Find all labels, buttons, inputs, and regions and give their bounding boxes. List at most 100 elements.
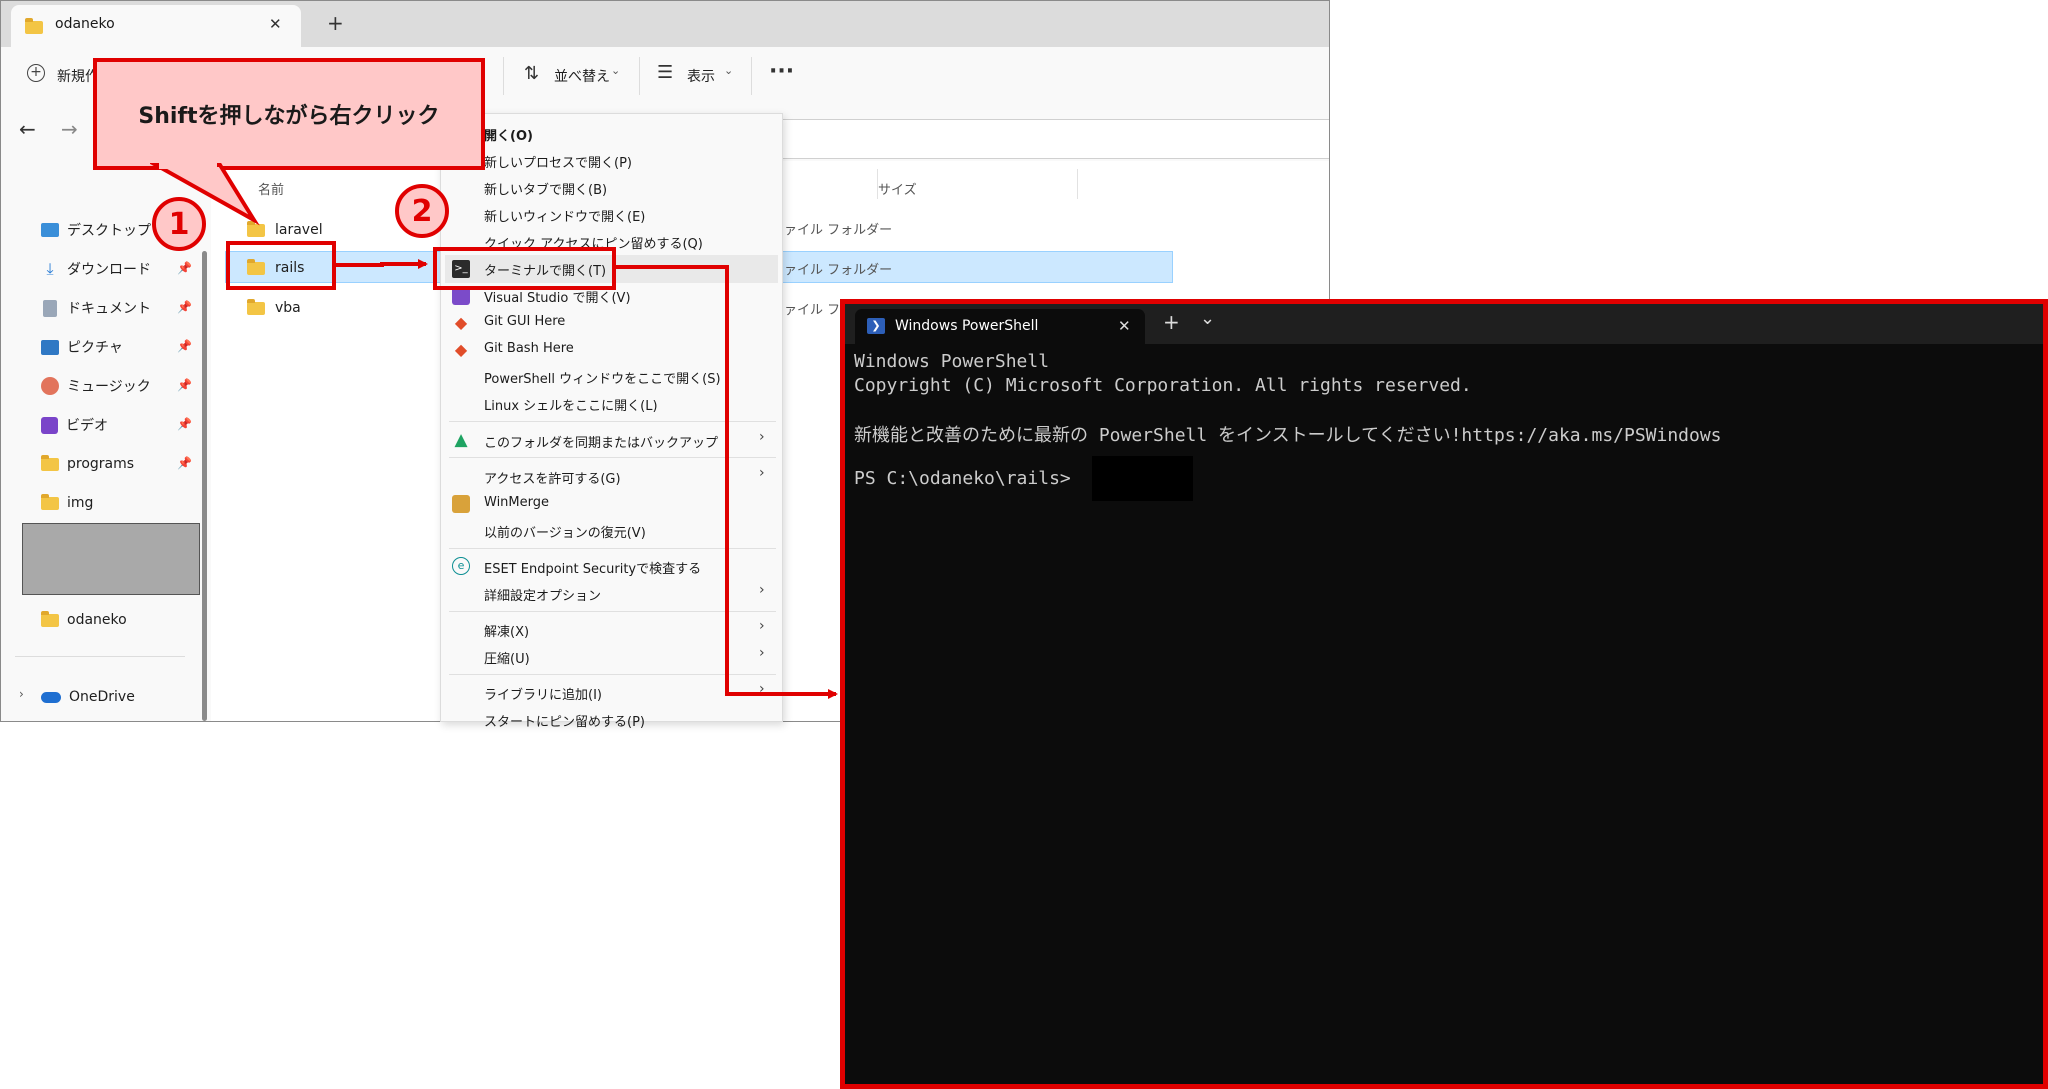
sidebar-item-label: img xyxy=(67,495,94,511)
pin-icon: 📌 xyxy=(177,456,192,470)
folder-icon xyxy=(41,493,59,510)
sort-button[interactable]: 並べ替え xyxy=(554,66,610,86)
document-icon xyxy=(43,299,57,317)
sidebar-item-label: ピクチャ xyxy=(67,340,123,356)
sidebar-item-label: ミュージック xyxy=(67,379,151,395)
explorer-tab[interactable]: odaneko ✕ xyxy=(11,5,301,47)
menu-item-open-new-window[interactable]: 新しいウィンドウで開く(E) xyxy=(484,206,645,225)
column-header-size[interactable]: サイズ xyxy=(878,179,917,198)
file-type: ファイル フォルダー xyxy=(771,223,893,238)
sidebar-item-label: デスクトップ xyxy=(67,223,151,239)
column-divider xyxy=(1077,169,1078,199)
menu-item-open[interactable]: 開く(O) xyxy=(484,125,533,144)
terminal-line: Copyright (C) Microsoft Corporation. All… xyxy=(854,375,1472,396)
pin-icon: 📌 xyxy=(177,300,192,314)
sidebar-item-label: programs xyxy=(67,456,135,472)
menu-item-open-new-process[interactable]: 新しいプロセスで開く(P) xyxy=(484,152,632,171)
menu-separator xyxy=(449,548,776,549)
sidebar-item-label: ダウンロード xyxy=(67,262,151,278)
sidebar-item-programs[interactable]: programs xyxy=(41,449,134,479)
menu-separator xyxy=(449,421,776,422)
menu-item-sync-backup[interactable]: このフォルダを同期またはバックアップ xyxy=(484,432,718,451)
sidebar-item-documents[interactable]: ドキュメント xyxy=(41,293,151,323)
menu-item-linux-shell[interactable]: Linux シェルをここに開く(L) xyxy=(484,395,658,414)
menu-item-powershell-here[interactable]: PowerShell ウィンドウをここで開く(S) xyxy=(484,368,721,387)
highlight-rails-folder xyxy=(226,241,336,290)
terminal-line: 新機能と改善のために最新の PowerShell をインストールしてください!h… xyxy=(854,425,1722,446)
menu-item-git-gui[interactable]: Git GUI Here xyxy=(484,314,565,329)
sidebar-item-desktop[interactable]: デスクトップ xyxy=(41,215,151,245)
forward-arrow-icon[interactable]: → xyxy=(61,117,78,141)
add-icon: + xyxy=(27,64,45,82)
chevron-right-icon: › xyxy=(759,465,765,481)
sidebar-item-downloads[interactable]: ⤓ ダウンロード xyxy=(41,254,151,284)
folder-icon xyxy=(41,454,59,471)
terminal-tab-title: Windows PowerShell xyxy=(895,318,1039,334)
sidebar-item-pictures[interactable]: ピクチャ xyxy=(41,332,123,362)
chevron-right-icon[interactable]: › xyxy=(19,687,24,701)
cloud-icon xyxy=(41,691,61,703)
sort-icon: ⇅ xyxy=(524,63,540,84)
menu-item-open-new-tab[interactable]: 新しいタブで開く(B) xyxy=(484,179,607,198)
terminal-prompt: PS C:\odaneko\rails> xyxy=(854,468,1071,489)
sidebar-item-label: OneDrive xyxy=(69,689,135,705)
menu-item-advanced-options[interactable]: 詳細設定オプション xyxy=(484,585,601,604)
redacted-input[interactable] xyxy=(1092,456,1193,501)
eset-icon: e xyxy=(452,557,470,575)
chevron-right-icon: › xyxy=(759,429,765,445)
terminal-window: ❯ Windows PowerShell ✕ + ⌄ Windows Power… xyxy=(840,299,2048,1089)
chevron-right-icon: › xyxy=(759,582,765,598)
context-menu: 開く(O) 新しいプロセスで開く(P) 新しいタブで開く(B) 新しいウィンドウ… xyxy=(440,113,783,730)
more-options-button[interactable]: ··· xyxy=(769,59,794,84)
new-tab-button[interactable]: + xyxy=(1163,310,1180,334)
music-icon xyxy=(41,377,59,395)
step-1-badge: 1 xyxy=(152,197,206,251)
winmerge-icon xyxy=(452,495,470,513)
toolbar-divider xyxy=(639,57,640,95)
list-item[interactable]: vba xyxy=(247,295,301,321)
view-icon: ☰ xyxy=(657,62,674,83)
picture-icon xyxy=(41,339,59,355)
sidebar-divider xyxy=(15,656,185,657)
file-type: ファイル フォルダー xyxy=(771,263,893,278)
step-2-badge: 2 xyxy=(395,184,449,238)
google-drive-icon: ▲ xyxy=(454,430,468,450)
sidebar-item-label: ビデオ xyxy=(66,418,108,434)
sidebar-item-odaneko[interactable]: odaneko xyxy=(41,605,127,635)
chevron-down-icon[interactable]: ⌄ xyxy=(1200,308,1215,329)
sidebar-item-onedrive[interactable]: OneDrive xyxy=(41,682,135,712)
highlight-terminal-menu-item xyxy=(433,247,616,290)
menu-separator xyxy=(449,611,776,612)
menu-separator xyxy=(449,674,776,675)
menu-item-extract[interactable]: 解凍(X) xyxy=(484,621,529,640)
sidebar-item-label: ドキュメント xyxy=(67,301,151,317)
view-button[interactable]: 表示 xyxy=(687,66,715,86)
menu-item-grant-access[interactable]: アクセスを許可する(G) xyxy=(484,468,621,487)
menu-item-pin-to-start[interactable]: スタートにピン留めする(P) xyxy=(484,711,645,730)
back-arrow-icon[interactable]: ← xyxy=(19,117,36,141)
pin-icon: 📌 xyxy=(177,378,192,392)
menu-item-restore-versions[interactable]: 以前のバージョンの復元(V) xyxy=(484,522,646,541)
close-icon[interactable]: ✕ xyxy=(269,15,282,33)
redacted-area xyxy=(22,523,200,595)
menu-item-compress[interactable]: 圧縮(U) xyxy=(484,648,530,667)
new-tab-button[interactable]: + xyxy=(327,11,344,35)
menu-item-add-to-library[interactable]: ライブラリに追加(I) xyxy=(484,684,602,703)
download-icon: ⤓ xyxy=(46,259,54,278)
menu-item-eset-scan[interactable]: ESET Endpoint Securityで検査する xyxy=(484,558,701,577)
toolbar-divider xyxy=(503,57,504,95)
terminal-tab[interactable]: ❯ Windows PowerShell ✕ xyxy=(855,309,1145,344)
menu-item-winmerge[interactable]: WinMerge xyxy=(484,495,549,510)
pin-icon: 📌 xyxy=(177,261,192,275)
menu-separator xyxy=(449,457,776,458)
sidebar-item-img[interactable]: img xyxy=(41,488,93,518)
close-icon[interactable]: ✕ xyxy=(1118,317,1131,335)
sidebar-item-music[interactable]: ミュージック xyxy=(41,371,151,401)
chevron-right-icon: › xyxy=(759,681,765,697)
desktop-icon xyxy=(41,223,59,237)
sidebar-item-label: odaneko xyxy=(67,612,127,628)
sidebar-item-videos[interactable]: ビデオ xyxy=(41,410,108,440)
scrollbar[interactable] xyxy=(202,251,207,721)
menu-item-git-bash[interactable]: Git Bash Here xyxy=(484,341,574,356)
chevron-down-icon: ⌄ xyxy=(724,64,734,77)
